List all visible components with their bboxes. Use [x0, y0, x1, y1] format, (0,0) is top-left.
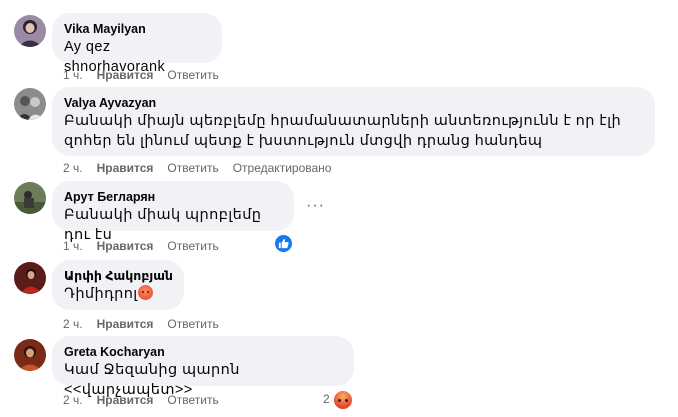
timestamp[interactable]: 2 ч. [63, 393, 83, 407]
edited-label[interactable]: Отредактировано [233, 161, 332, 175]
comment-actions: 2 ч. Нравится Ответить [63, 316, 233, 332]
author-name[interactable]: Արփի Հակոբյան [64, 268, 173, 284]
author-name[interactable]: Vika Mayilyan [64, 21, 210, 37]
author-name[interactable]: Арут Бегларян [64, 189, 282, 205]
avatar[interactable] [14, 182, 46, 214]
comment-text-content: Դիմիդրոլ [64, 286, 138, 302]
reply-button[interactable]: Ответить [167, 161, 218, 175]
reply-button[interactable]: Ответить [167, 68, 218, 82]
angry-reaction-icon [333, 390, 354, 410]
comment-actions: 1 ч. Нравится Ответить [63, 238, 233, 254]
timestamp[interactable]: 1 ч. [63, 68, 83, 82]
comment-actions: 2 ч. Нравится Ответить [63, 392, 233, 408]
like-button[interactable]: Нравится [97, 68, 154, 82]
author-name[interactable]: Valya Ayvazyan [64, 95, 643, 111]
timestamp[interactable]: 2 ч. [63, 161, 83, 175]
thumbs-up-icon[interactable] [273, 233, 294, 254]
avatar[interactable] [14, 262, 46, 294]
comment-text: Բանակի միայն պեռբլեմը հրամանատարների անտ… [64, 113, 622, 149]
comment-bubble: Greta Kocharyan Կամ Ջեզանից պարոն <<վարչ… [52, 336, 354, 398]
like-button[interactable]: Нравится [97, 317, 154, 331]
avatar[interactable] [14, 15, 46, 47]
avatar[interactable] [14, 339, 46, 371]
reaction-count: 2 [323, 392, 330, 407]
reply-button[interactable]: Ответить [167, 317, 218, 331]
timestamp[interactable]: 1 ч. [63, 239, 83, 253]
comment-text: Դիմիդրոլ [64, 284, 172, 304]
like-button[interactable]: Нравится [97, 161, 154, 175]
comment-bubble: Арут Бегларян Բանակի միակ պրոբլեմը դու է… [52, 181, 294, 243]
comment-bubble: Արփի Հակոբյան Դիմիդրոլ [52, 260, 184, 310]
like-button[interactable]: Нравится [97, 393, 154, 407]
reply-button[interactable]: Ответить [167, 239, 218, 253]
reply-button[interactable]: Ответить [167, 393, 218, 407]
author-name[interactable]: Greta Kocharyan [64, 344, 342, 360]
comment-actions: 1 ч. Нравится Ответить [63, 67, 233, 83]
reaction-summary[interactable]: 2 [323, 390, 354, 410]
comment-bubble: Vika Mayilyan Ay qez shnorhavorank [52, 13, 222, 75]
avatar[interactable] [14, 88, 46, 120]
angry-emoji-icon [137, 285, 153, 300]
comment-actions: 2 ч. Нравится Ответить Отредактировано [63, 160, 345, 176]
more-options-button[interactable]: ··· [306, 197, 325, 215]
comment-bubble: Valya Ayvazyan Բանակի միայն պեռբլեմը հրա… [52, 87, 655, 156]
like-button[interactable]: Нравится [97, 239, 154, 253]
timestamp[interactable]: 2 ч. [63, 317, 83, 331]
